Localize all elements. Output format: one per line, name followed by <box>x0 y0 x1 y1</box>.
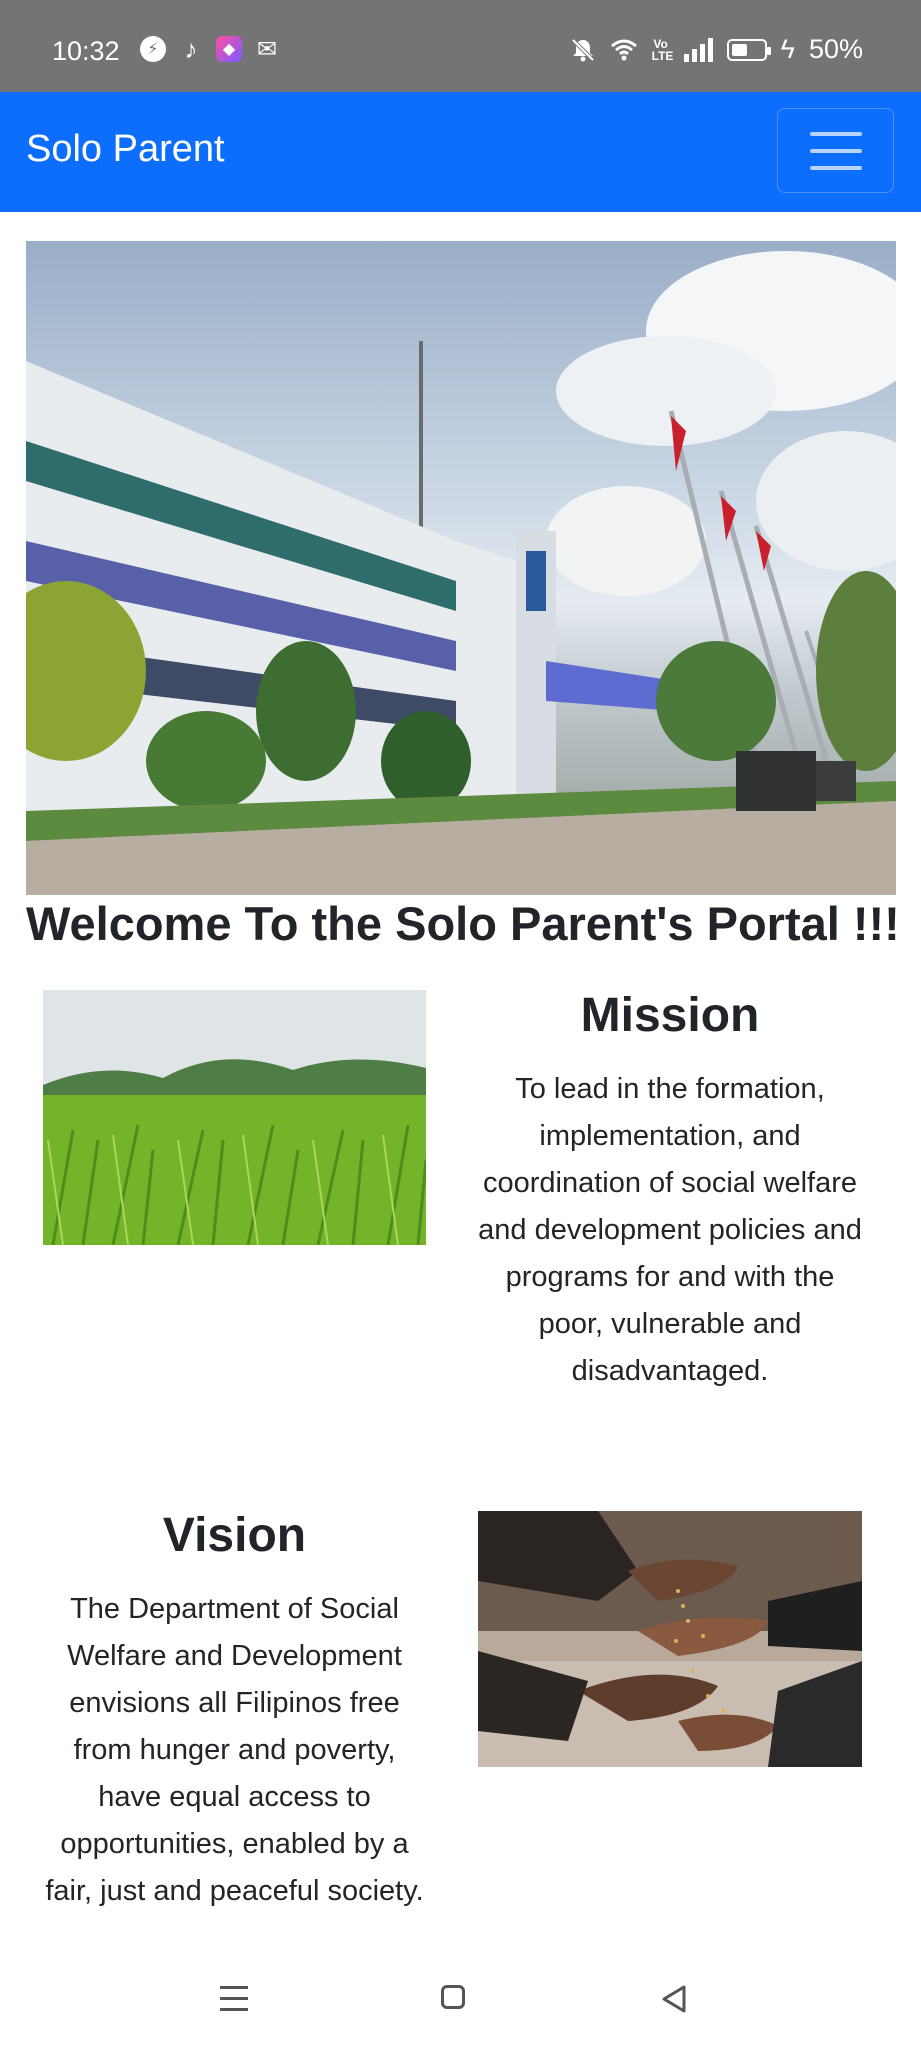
system-navigation-bar <box>0 1956 921 2048</box>
wifi-icon <box>610 39 637 60</box>
system-icons: Vo LTE ϟ 50% <box>570 34 863 65</box>
government-building-photo <box>26 241 896 895</box>
vision-title: Vision <box>162 1509 307 1562</box>
signal-icon <box>683 37 713 62</box>
navbar: Solo Parent <box>0 92 921 212</box>
battery-icon <box>726 38 771 61</box>
battery-percent: 50% <box>808 34 863 64</box>
vision-text: The Department of Social Welfare and Dev… <box>45 1593 424 1907</box>
home-icon[interactable] <box>441 1985 465 2009</box>
messenger-icon: ⚡ <box>140 36 166 62</box>
mute-icon <box>571 38 595 61</box>
hamburger-line <box>809 148 862 153</box>
hamburger-menu-icon <box>809 131 862 136</box>
brand-link[interactable]: Solo Parent <box>26 128 225 171</box>
back-icon[interactable] <box>660 1984 688 2014</box>
mission-title: Mission <box>580 989 760 1042</box>
status-bar: 10:32 ⚡ ♪ ◆ ✉ Vo LTE ϟ 50% <box>0 0 921 92</box>
navbar-toggle-button[interactable] <box>777 108 894 193</box>
notification-icons: ⚡ ♪ ◆ ✉ <box>140 33 280 64</box>
mission-text: To lead in the formation, implementation… <box>478 1073 862 1387</box>
tiktok-icon: ♪ <box>184 33 198 64</box>
rice-field-photo <box>43 990 426 1245</box>
app-icon: ◆ <box>216 36 242 62</box>
volte-icon: Vo LTE <box>651 36 674 63</box>
recents-icon[interactable] <box>220 1986 248 2011</box>
page-title: Welcome To the Solo Parent's Portal !!! <box>26 897 900 950</box>
status-time: 10:32 <box>52 36 120 66</box>
charging-icon: ϟ <box>780 34 795 64</box>
hamburger-line <box>809 165 862 170</box>
mail-icon: ✉ <box>256 35 278 63</box>
hands-sharing-grain-photo <box>478 1511 862 1767</box>
